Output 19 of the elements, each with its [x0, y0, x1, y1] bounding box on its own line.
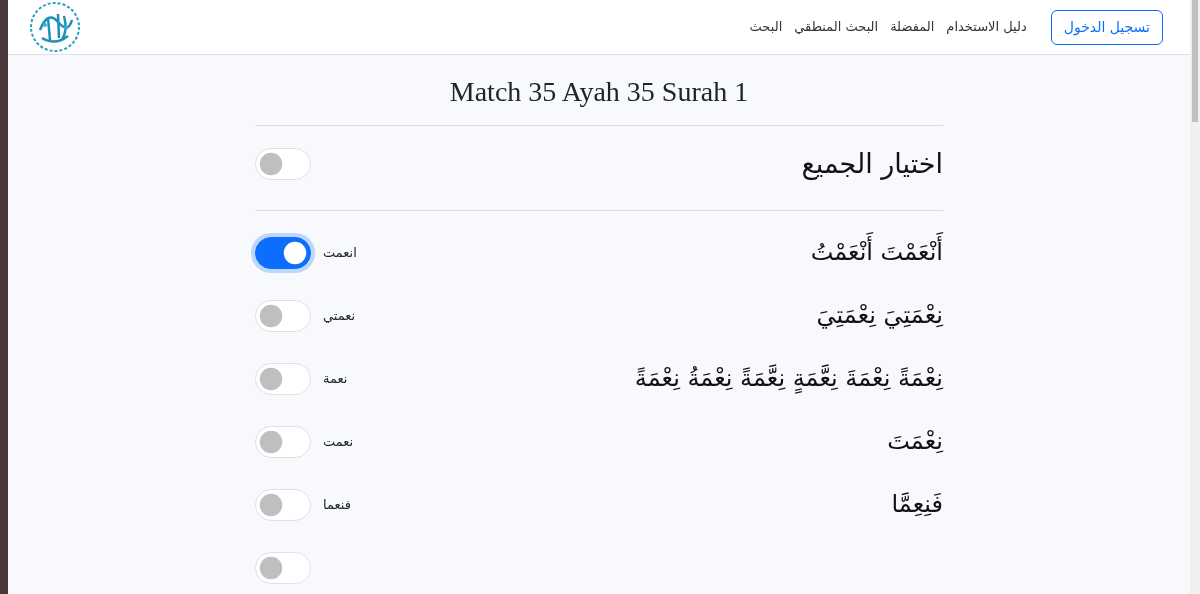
- scrollbar-thumb[interactable]: [1192, 0, 1198, 122]
- word-label: نعمتي: [323, 306, 356, 325]
- page-title: Match 35 Ayah 35 Surah 1: [255, 55, 943, 126]
- nav-link[interactable]: البحث المنطقي: [794, 17, 879, 37]
- toggle-switch[interactable]: [255, 236, 311, 269]
- nav-link[interactable]: البحث: [749, 17, 783, 37]
- word-label: انعمت: [323, 243, 357, 262]
- word-label: نعمت: [323, 432, 354, 451]
- verse-text: نِعْمَتَ: [887, 425, 943, 457]
- verse-text: نِعْمَةً نِعْمَةَ نِعَّمَةٍ نِعَّمَةً نِعْمَةُ نِعْمَةً: [634, 362, 943, 396]
- nav-link[interactable]: دليل الاستخدام: [946, 17, 1027, 37]
- word-label: فنعما: [323, 495, 351, 514]
- select-all-label: اختيار الجميع: [801, 146, 943, 182]
- word-label: نعمة: [323, 369, 348, 388]
- logo-icon[interactable]: [28, 0, 82, 54]
- verse-text: نِعْمَتِيَ نِعْمَتِيَ: [816, 299, 943, 331]
- nav-link[interactable]: المفضلة: [890, 17, 935, 37]
- login-button[interactable]: تسجيل الدخول: [1050, 9, 1163, 45]
- verse-text: فَنِعِمَّا: [891, 488, 943, 520]
